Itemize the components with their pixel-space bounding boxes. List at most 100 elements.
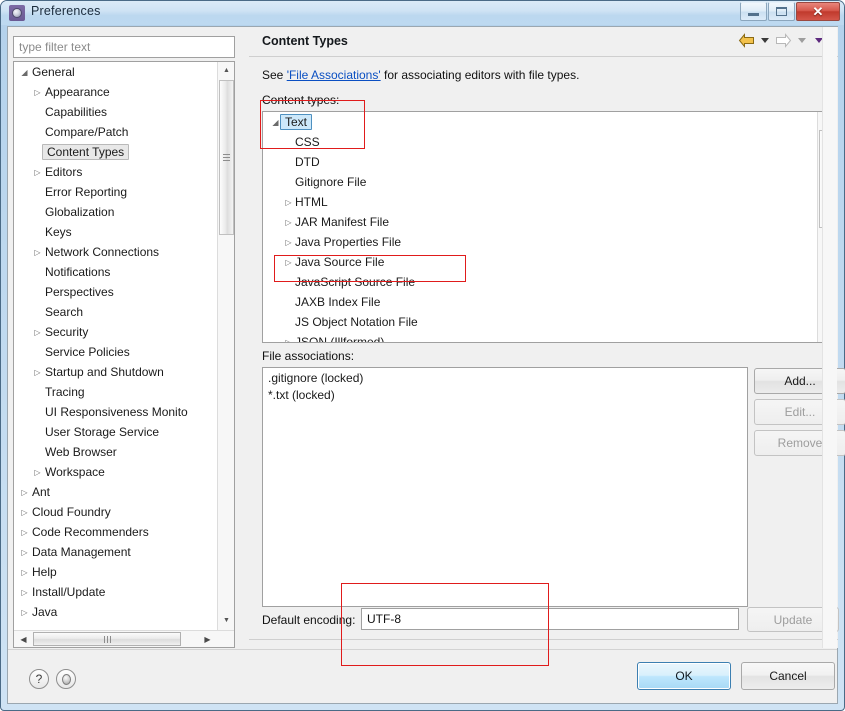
search-input[interactable]: type filter text [13, 36, 235, 58]
arrow-left-icon[interactable] [738, 33, 755, 48]
minimize-button[interactable] [740, 2, 767, 21]
content-type-row[interactable]: Gitignore File [263, 172, 818, 192]
sidebar-item-label: Notifications [45, 265, 111, 279]
content-type-row[interactable]: JAXB Index File [263, 292, 818, 312]
sidebar-item-appearance[interactable]: ▷ Appearance [14, 82, 217, 102]
forward-history-dropdown-icon[interactable] [798, 38, 806, 43]
scroll-up-icon[interactable]: ▲ [218, 62, 234, 79]
sidebar-item-install-update[interactable]: ▷ Install/Update [14, 582, 217, 602]
sidebar-item-service-policies[interactable]: Service Policies [14, 342, 217, 362]
chevron-right-icon[interactable]: ▷ [282, 258, 295, 267]
sidebar-item-cloud-foundry[interactable]: ▷ Cloud Foundry [14, 502, 217, 522]
scroll-down-icon[interactable]: ▼ [218, 612, 234, 629]
sidebar-item-notifications[interactable]: Notifications [14, 262, 217, 282]
sidebar-item-data-management[interactable]: ▷ Data Management [14, 542, 217, 562]
content-type-row[interactable]: ▷ HTML [263, 192, 818, 212]
sidebar-item-web-browser[interactable]: Web Browser [14, 442, 217, 462]
sidebar-item-label: Keys [45, 225, 72, 239]
sidebar-item-perspectives[interactable]: Perspectives [14, 282, 217, 302]
sidebar-scroll-thumb[interactable] [219, 80, 234, 235]
description-suffix: for associating editors with file types. [380, 68, 580, 82]
close-button[interactable]: ✕ [796, 2, 840, 21]
content-type-row[interactable]: ◢ Text [263, 112, 818, 132]
secondary-round-button[interactable] [56, 669, 76, 689]
chevron-right-icon[interactable]: ▷ [31, 248, 44, 257]
sidebar-item-code-recommenders[interactable]: ▷ Code Recommenders [14, 522, 217, 542]
content-type-row[interactable]: ▷ Java Source File [263, 252, 818, 272]
chevron-right-icon[interactable]: ▷ [18, 488, 31, 497]
ok-button[interactable]: OK [637, 662, 731, 690]
sidebar-horizontal-scrollbar[interactable]: ◀ ▶ [14, 630, 234, 647]
dialog-scroll-strip[interactable] [822, 27, 837, 648]
arrow-right-icon[interactable] [775, 33, 792, 48]
chevron-right-icon[interactable]: ▷ [18, 528, 31, 537]
sidebar-item-compare-patch[interactable]: Compare/Patch [14, 122, 217, 142]
sidebar-hscroll-thumb[interactable] [33, 632, 181, 646]
sidebar-item-keys[interactable]: Keys [14, 222, 217, 242]
sidebar-item-globalization[interactable]: Globalization [14, 202, 217, 222]
list-item[interactable]: *.txt (locked) [268, 388, 747, 405]
content-type-row[interactable]: ▷ Java Properties File [263, 232, 818, 252]
maximize-button[interactable] [768, 2, 795, 21]
sidebar-item-content-types[interactable]: Content Types [14, 142, 217, 162]
help-button[interactable]: ? [29, 669, 49, 689]
chevron-down-icon[interactable]: ◢ [18, 68, 31, 77]
chevron-right-icon[interactable]: ▷ [282, 238, 295, 247]
pane-divider[interactable] [241, 27, 249, 648]
sidebar-item-editors[interactable]: ▷ Editors [14, 162, 217, 182]
scroll-right-icon[interactable]: ▶ [199, 631, 216, 647]
title-bar[interactable]: Preferences ✕ [0, 0, 845, 25]
file-associations-link[interactable]: 'File Associations' [287, 68, 381, 82]
scroll-left-icon[interactable]: ◀ [15, 631, 32, 647]
sidebar-item-search[interactable]: Search [14, 302, 217, 322]
sidebar-item-help[interactable]: ▷ Help [14, 562, 217, 582]
content-types-list[interactable]: ◢ Text CSS DTD Gitignore File ▷ HTML ▷ JAR … [262, 111, 835, 343]
back-history-dropdown-icon[interactable] [761, 38, 769, 43]
cancel-button[interactable]: Cancel [741, 662, 835, 690]
sidebar-item-java[interactable]: ▷ Java [14, 602, 217, 622]
chevron-right-icon[interactable]: ▷ [31, 368, 44, 377]
chevron-right-icon[interactable]: ▷ [31, 468, 44, 477]
sidebar-item-user-storage-service[interactable]: User Storage Service [14, 422, 217, 442]
sidebar-item-security[interactable]: ▷ Security [14, 322, 217, 342]
sidebar-vertical-scrollbar[interactable]: ▲ ▼ [217, 62, 234, 647]
content-type-row[interactable]: CSS [263, 132, 818, 152]
content-type-row[interactable]: JavaScript Source File [263, 272, 818, 292]
chevron-right-icon[interactable]: ▷ [18, 548, 31, 557]
search-input-placeholder: type filter text [19, 40, 91, 54]
sidebar-item-ant[interactable]: ▷ Ant [14, 482, 217, 502]
preferences-tree[interactable]: ◢ General ▷ Appearance Capabilities Compar… [13, 61, 235, 648]
file-associations-list[interactable]: .gitignore (locked) *.txt (locked) [262, 367, 748, 607]
chevron-right-icon[interactable]: ▷ [18, 608, 31, 617]
sidebar-item-tracing[interactable]: Tracing [14, 382, 217, 402]
sidebar-item-capabilities[interactable]: Capabilities [14, 102, 217, 122]
sidebar-item-workspace[interactable]: ▷ Workspace [14, 462, 217, 482]
chevron-right-icon[interactable]: ▷ [31, 168, 44, 177]
chevron-right-icon[interactable]: ▷ [282, 198, 295, 207]
chevron-right-icon[interactable]: ▷ [18, 568, 31, 577]
content-type-row[interactable]: DTD [263, 152, 818, 172]
sidebar-item-general[interactable]: ◢ General [14, 62, 217, 82]
sidebar-item-startup-and-shutdown[interactable]: ▷ Startup and Shutdown [14, 362, 217, 382]
chevron-right-icon[interactable]: ▷ [282, 218, 295, 227]
chevron-right-icon[interactable]: ▷ [31, 328, 44, 337]
sidebar-item-network-connections[interactable]: ▷ Network Connections [14, 242, 217, 262]
circle-icon [61, 673, 71, 685]
sidebar-item-error-reporting[interactable]: Error Reporting [14, 182, 217, 202]
chevron-right-icon[interactable]: ▷ [282, 338, 295, 343]
content-type-row[interactable]: ▷ JSON (Illformed) [263, 332, 818, 342]
default-encoding-input[interactable]: UTF-8 [361, 608, 739, 630]
content-type-row[interactable]: JS Object Notation File [263, 312, 818, 332]
sidebar-item-ui-responsiveness-monito[interactable]: UI Responsiveness Monito [14, 402, 217, 422]
sidebar-item-label: Network Connections [45, 245, 160, 259]
chevron-right-icon[interactable]: ▷ [18, 588, 31, 597]
list-item[interactable]: .gitignore (locked) [268, 371, 747, 388]
chevron-right-icon[interactable]: ▷ [18, 508, 31, 517]
content-type-row[interactable]: ▷ JAR Manifest File [263, 212, 818, 232]
chevron-right-icon[interactable]: ▷ [31, 88, 44, 97]
